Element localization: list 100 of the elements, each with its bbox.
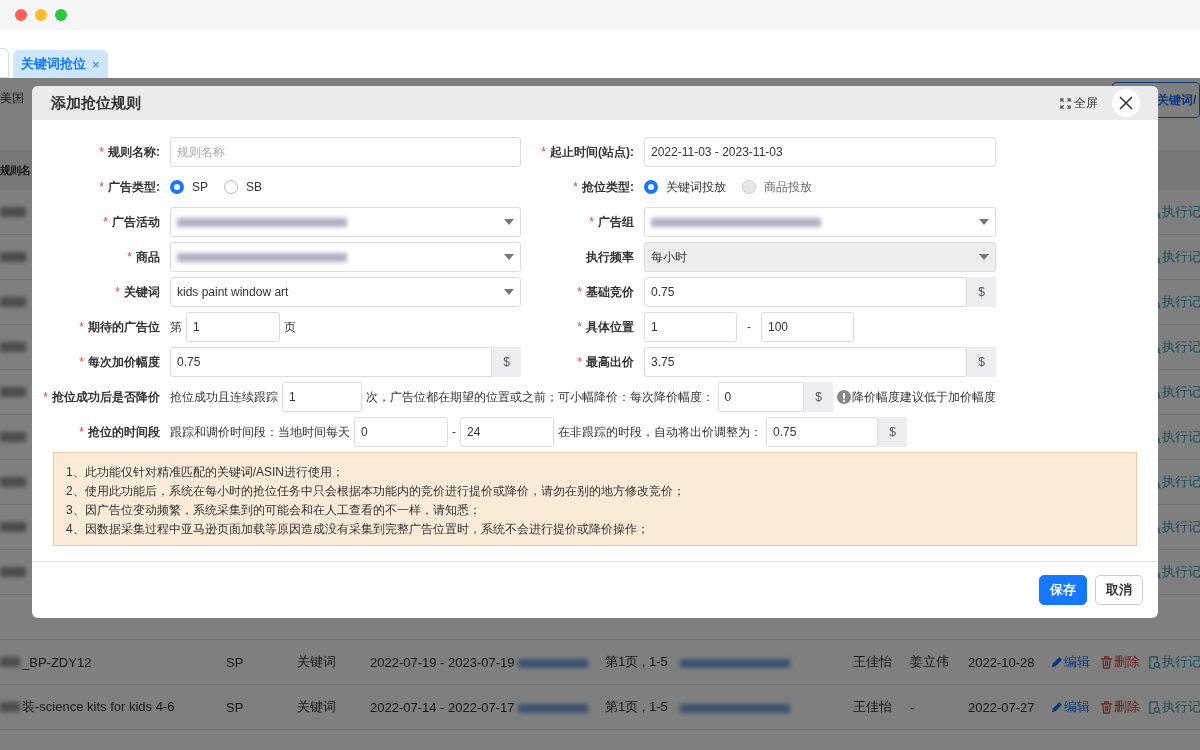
field-label: 抢位成功后是否降价	[52, 388, 160, 406]
currency-addon: $	[967, 347, 996, 377]
record-link[interactable]: 执行记	[1162, 563, 1200, 581]
currency-addon: $	[804, 382, 833, 412]
maximize-window-icon[interactable]	[55, 9, 67, 21]
input-field[interactable]: 3.75	[644, 347, 967, 377]
radio-button[interactable]	[224, 180, 238, 194]
radio-button[interactable]	[644, 180, 658, 194]
select-field[interactable]: kids paint window art	[170, 277, 521, 307]
input-field[interactable]: 1	[282, 382, 362, 412]
record-link[interactable]: 执行记	[1162, 383, 1200, 401]
blurred-text	[0, 342, 26, 352]
blurred-text	[0, 567, 26, 577]
table-cell-text: 2022-07-14 - 2022-07-17	[370, 699, 516, 715]
input-field[interactable]: 1	[644, 312, 737, 342]
record-link[interactable]: 执行记	[1162, 518, 1200, 536]
blurred-text	[0, 702, 20, 712]
record-link[interactable]: 执行记	[1162, 248, 1200, 266]
blurred-text	[518, 658, 588, 668]
input-field[interactable]: 0.75	[766, 417, 878, 447]
hint-text: 降价幅度建议低于加价幅度	[852, 388, 996, 406]
edit-link[interactable]: 编辑	[1064, 653, 1090, 671]
input-field[interactable]: 0	[717, 382, 804, 412]
search-document-icon	[1148, 700, 1161, 714]
required-mark: *	[79, 425, 84, 439]
table-cell-text: SP	[226, 699, 245, 715]
minimize-window-icon[interactable]	[35, 9, 47, 21]
field-label: 抢位的时间段	[88, 423, 160, 441]
edit-link[interactable]: 编辑	[1064, 698, 1090, 716]
table-cell-text: 王佳怡	[853, 698, 893, 716]
record-link[interactable]: 执行记	[1162, 473, 1200, 491]
select-field[interactable]	[170, 207, 521, 237]
table-cell-text: -	[910, 699, 916, 715]
blurred-text	[0, 297, 26, 307]
record-link[interactable]: 执行记	[1162, 293, 1200, 311]
select-field[interactable]	[644, 207, 996, 237]
radio-label: SB	[246, 180, 263, 194]
required-mark: *	[577, 285, 582, 299]
tab[interactable]	[0, 48, 9, 78]
radio-label: 关键词投放	[666, 178, 726, 196]
delete-link[interactable]: 删除	[1114, 653, 1140, 671]
close-button[interactable]	[1112, 89, 1140, 117]
blurred-text	[0, 657, 20, 667]
select-field[interactable]	[170, 242, 521, 272]
table-cell-text: 第1页 , 1-5	[605, 698, 669, 716]
record-link[interactable]: 执行记	[1162, 338, 1200, 356]
table-cell-text: SP	[226, 654, 245, 670]
notice-text: 4、因数据采集过程中亚马逊页面加载等原因造成没有采集到完整广告位置时，系统不会进行提价或降价操作；	[66, 521, 650, 538]
field-text: 在非跟踪的时段，自动将出价调整为：	[558, 423, 762, 441]
table-cell: 装-science kits for kids 4-6	[22, 698, 175, 716]
save-button[interactable]: 保存	[1039, 575, 1087, 605]
required-mark: *	[43, 390, 48, 404]
record-link[interactable]: 执行记	[1162, 698, 1200, 716]
field-label: 抢位类型:	[582, 178, 634, 196]
input-field[interactable]: 1	[186, 312, 280, 342]
table-cell-text: 关键词	[297, 698, 337, 716]
input-field[interactable]: 100	[761, 312, 854, 342]
cancel-button[interactable]: 取消	[1095, 575, 1143, 605]
required-mark: *	[573, 180, 578, 194]
table-cell-text: 关键词	[297, 653, 337, 671]
radio-button[interactable]	[170, 180, 184, 194]
table-cell-text: 2022-10-28	[968, 654, 1036, 670]
record-link[interactable]: 执行记	[1162, 203, 1200, 221]
radio-label: SP	[192, 180, 208, 194]
text-field[interactable]: 规则名称	[170, 137, 521, 167]
tab[interactable]: 关键词抢位 ×	[13, 50, 108, 78]
record-link[interactable]: 执行记	[1162, 653, 1200, 671]
input-field[interactable]: 24	[460, 417, 554, 447]
notice-text: 1、此功能仅针对精准匹配的关键词/ASIN进行使用；	[66, 464, 345, 481]
field-label: 期待的广告位	[88, 318, 160, 336]
delete-link[interactable]: 删除	[1114, 698, 1140, 716]
required-mark: *	[79, 355, 84, 369]
table-cell-text: 王佳怡	[853, 653, 893, 671]
radio-label: 商品投放	[764, 178, 812, 196]
caret-icon	[979, 219, 989, 225]
required-mark: *	[589, 215, 594, 229]
record-link[interactable]: 执行记	[1162, 428, 1200, 446]
field-text: 跟踪和调价时间段：当地时间每天	[170, 423, 350, 441]
field-label: 广告类型:	[108, 178, 160, 196]
warning-icon	[837, 390, 851, 404]
notice-text: 3、因广告位变动频繁，系统采集到的可能会和在人工查看的不一样，请知悉；	[66, 502, 482, 519]
field-text: -	[452, 425, 456, 439]
field-text: 抢位成功且连续跟踪	[170, 388, 278, 406]
prefix-text: 第	[170, 318, 182, 336]
trash-icon	[1100, 655, 1113, 669]
field-label: 广告组	[598, 213, 634, 231]
input-field[interactable]: 0.75	[644, 277, 967, 307]
blurred-text	[0, 522, 26, 532]
required-mark: *	[99, 145, 104, 159]
field-label: 广告活动	[112, 213, 160, 231]
text-field[interactable]: 2022-11-03 - 2023-11-03	[644, 137, 996, 167]
input-field[interactable]: 0	[354, 417, 448, 447]
field-label: 具体位置	[586, 318, 634, 336]
fullscreen-link[interactable]: 全屏	[1074, 94, 1098, 112]
table-cell-text: 2022-07-19 - 2023-07-19	[370, 654, 516, 670]
close-window-icon[interactable]	[15, 9, 27, 21]
trash-icon	[1100, 700, 1113, 714]
required-mark: *	[99, 180, 104, 194]
input-field[interactable]: 0.75	[170, 347, 492, 377]
field-text: 次，广告位都在期望的位置或之前；可小幅降价：每次降价幅度：	[365, 388, 714, 406]
